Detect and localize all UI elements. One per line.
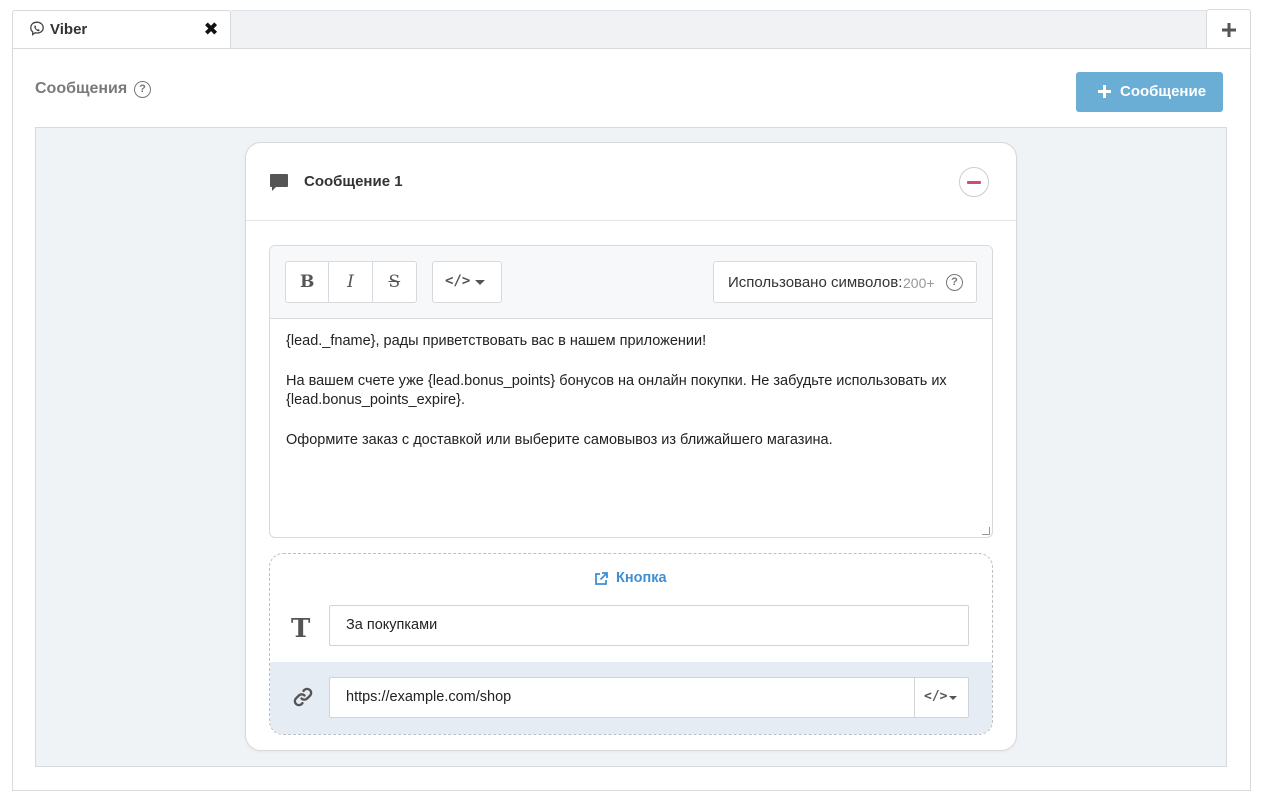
insert-variable-dropdown[interactable]: </>: [432, 261, 502, 303]
button-url-row: https://example.com/shop </>: [270, 662, 992, 734]
message-line: На вашем счете уже {lead.bonus_points} б…: [286, 372, 947, 389]
message-title: Сообщение 1: [304, 173, 403, 190]
chevron-down-icon: [949, 696, 957, 700]
plus-icon: [1098, 85, 1111, 98]
format-button-group: B I S: [285, 261, 417, 303]
bold-icon: B: [299, 272, 315, 292]
button-block-label: Кнопка: [616, 570, 667, 586]
viber-icon: [30, 21, 44, 36]
char-counter-label: Использовано символов:: [728, 274, 903, 291]
message-card: Сообщение 1 B I S </> Использовано симво…: [245, 142, 1017, 751]
strikethrough-icon: S: [388, 272, 401, 292]
code-icon: </>: [445, 273, 471, 289]
chat-icon: [270, 174, 288, 191]
plus-icon: [1222, 23, 1236, 37]
page-title: Сообщения: [35, 80, 128, 97]
button-url-input[interactable]: https://example.com/shop: [329, 677, 915, 718]
char-counter: Использовано символов: 200+ ?: [713, 261, 977, 303]
url-variable-dropdown[interactable]: </>: [914, 677, 969, 718]
button-text-input[interactable]: За покупками: [329, 605, 969, 646]
button-block-title[interactable]: Кнопка: [594, 570, 667, 586]
message-text[interactable]: {lead._fname}, рады приветствовать вас в…: [286, 332, 976, 450]
button-block: Кнопка T За покупками https://example.co…: [269, 553, 993, 735]
bold-button[interactable]: B: [286, 262, 330, 302]
editor-toolbar: B I S </> Использовано символов: 200+ ?: [270, 246, 992, 319]
strikethrough-button[interactable]: S: [373, 262, 416, 302]
minus-circle-icon: [967, 181, 981, 184]
message-line: Оформите заказ с доставкой или выберите …: [286, 431, 833, 448]
char-counter-value: 200+: [903, 275, 935, 291]
link-icon: [293, 687, 313, 707]
chevron-down-icon: [475, 280, 485, 285]
add-message-button[interactable]: Сообщение: [1076, 72, 1223, 112]
question-circle-icon[interactable]: ?: [946, 274, 963, 291]
tabs-bar: Viber ✖: [0, 0, 1266, 49]
tab-viber[interactable]: Viber ✖: [12, 10, 231, 49]
message-editor[interactable]: B I S </> Использовано символов: 200+ ? …: [269, 245, 993, 538]
add-message-label: Сообщение: [1120, 83, 1207, 100]
italic-icon: I: [347, 272, 354, 292]
message-card-header: Сообщение 1: [246, 143, 1016, 221]
tabs-empty-area: [231, 10, 1207, 48]
close-icon[interactable]: ✖: [201, 19, 221, 39]
code-icon: </>: [924, 689, 948, 704]
italic-button[interactable]: I: [329, 262, 373, 302]
message-line: {lead.bonus_points_expire}.: [286, 392, 465, 408]
add-tab-button[interactable]: [1206, 9, 1251, 49]
question-circle-icon[interactable]: ?: [134, 81, 151, 98]
external-link-icon: [595, 572, 608, 585]
text-icon: T: [291, 614, 311, 644]
message-line: {lead._fname}, рады приветствовать вас в…: [286, 333, 707, 349]
remove-message-button[interactable]: [959, 167, 989, 197]
resize-handle[interactable]: [982, 527, 990, 535]
tab-label: Viber: [50, 21, 88, 38]
